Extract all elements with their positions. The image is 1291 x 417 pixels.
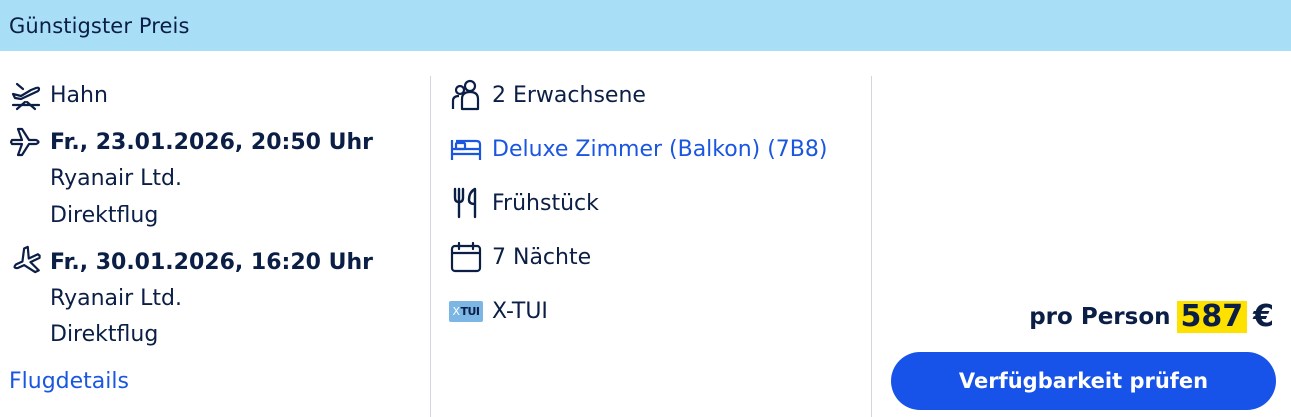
- return-flight-row: Fr., 30.01.2026, 16:20 Uhr: [8, 244, 373, 280]
- bed-icon: [448, 131, 484, 167]
- plane-return-icon: [8, 244, 44, 280]
- flight-column: Hahn Fr., 23.01.2026, 20:50 Uhr Ryanair …: [0, 51, 430, 417]
- xtui-badge-icon: X TUI: [448, 293, 484, 329]
- room-link[interactable]: Deluxe Zimmer (Balkon) (7B8): [492, 137, 827, 162]
- return-datetime: Fr., 30.01.2026, 16:20 Uhr: [50, 249, 373, 275]
- travellers-row: 2 Erwachsene: [448, 77, 646, 113]
- check-availability-button[interactable]: Verfügbarkeit prüfen: [891, 352, 1276, 410]
- price-line: pro Person 587 €: [1029, 299, 1274, 334]
- price-currency: €: [1253, 299, 1274, 334]
- nights: 7 Nächte: [492, 244, 592, 270]
- outbound-type: Direktflug: [50, 203, 159, 228]
- calendar-icon: [448, 239, 484, 275]
- cutlery-icon: [448, 185, 484, 221]
- price-value: 587: [1176, 300, 1248, 333]
- price-column: pro Person 587 € Verfügbarkeit prüfen: [872, 51, 1291, 417]
- travellers-icon: [448, 77, 484, 113]
- return-type: Direktflug: [50, 322, 159, 347]
- operator: X-TUI: [492, 298, 548, 324]
- operator-row: X TUI X-TUI: [448, 293, 548, 329]
- offer-content: Hahn Fr., 23.01.2026, 20:50 Uhr Ryanair …: [0, 51, 1291, 417]
- flight-details-link[interactable]: Flugdetails: [9, 369, 129, 394]
- outbound-airline: Ryanair Ltd.: [50, 166, 182, 191]
- header-bar: Günstigster Preis: [0, 0, 1291, 51]
- plane-airport-icon: [8, 77, 44, 113]
- travellers: 2 Erwachsene: [492, 82, 646, 108]
- departure-airport: Hahn: [50, 82, 108, 108]
- outbound-flight-row: Fr., 23.01.2026, 20:50 Uhr: [8, 124, 373, 160]
- departure-airport-row: Hahn: [8, 77, 108, 113]
- plane-departure-icon: [8, 124, 44, 160]
- return-airline: Ryanair Ltd.: [50, 286, 182, 311]
- price-label: pro Person: [1029, 303, 1171, 330]
- board: Frühstück: [492, 190, 599, 216]
- nights-row: 7 Nächte: [448, 239, 591, 275]
- outbound-datetime: Fr., 23.01.2026, 20:50 Uhr: [50, 129, 373, 155]
- board-row: Frühstück: [448, 185, 599, 221]
- room-row[interactable]: Deluxe Zimmer (Balkon) (7B8): [448, 131, 827, 167]
- header-title: Günstigster Preis: [9, 13, 190, 38]
- hotel-column: 2 Erwachsene Deluxe Zimmer (Balkon) (7B8…: [431, 51, 871, 417]
